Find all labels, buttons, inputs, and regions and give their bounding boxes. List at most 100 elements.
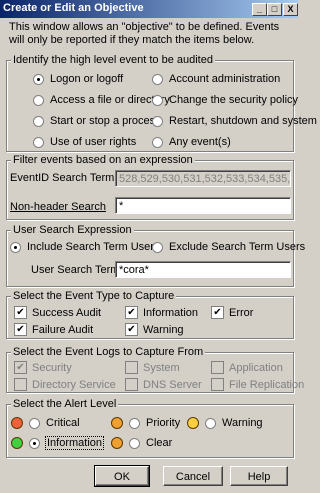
radio-button[interactable]	[129, 437, 140, 449]
maximize-button[interactable]: □	[267, 3, 282, 16]
filter-group: Filter events based on an expression Eve…	[6, 154, 294, 220]
user-term-field[interactable]: *cora*	[115, 261, 291, 278]
radio-restart-shutdown[interactable]: Restart, shutdown and system	[152, 115, 317, 127]
radio-button[interactable]	[129, 417, 140, 429]
checkbox-label: Information	[143, 306, 199, 319]
check-failure-audit[interactable]: ✔ Failure Audit	[14, 323, 93, 336]
event-type-group-title: Select the Event Type to Capture	[11, 290, 177, 302]
radio-button[interactable]	[29, 437, 40, 449]
check-information[interactable]: ✔ Information	[125, 306, 198, 319]
radio-label: Critical	[46, 417, 80, 429]
radio-label: Clear	[146, 437, 173, 449]
check-warning[interactable]: ✔ Warning	[125, 323, 184, 336]
check-application-log: Application	[211, 361, 283, 374]
radio-alert-information[interactable]: Information	[11, 436, 105, 450]
nonheader-field[interactable]: *	[115, 197, 291, 214]
checkbox-label: File Replication	[229, 378, 305, 391]
radio-label: Information	[44, 436, 105, 450]
checkbox: ✔	[14, 361, 27, 374]
radio-start-process[interactable]: Start or stop a process	[33, 115, 161, 127]
radio-button[interactable]	[152, 94, 163, 106]
radio-alert-warning[interactable]: Warning	[187, 417, 263, 429]
check-system-log: System	[125, 361, 180, 374]
radio-logon[interactable]: Logon or logoff	[33, 73, 123, 85]
check-dns-server-log: DNS Server	[125, 378, 202, 391]
radio-label: Restart, shutdown and system	[169, 115, 317, 127]
check-directory-service-log: Directory Service	[14, 378, 116, 391]
radio-alert-priority[interactable]: Priority	[111, 417, 180, 429]
eventid-field[interactable]: 528,529,530,531,532,533,534,535,536,537	[115, 170, 291, 187]
alert-level-group-title: Select the Alert Level	[11, 398, 119, 410]
warning-face-icon	[187, 417, 199, 429]
checkbox-label: Error	[229, 306, 254, 319]
radio-user-rights[interactable]: Use of user rights	[33, 136, 136, 148]
nonheader-label: Non-header Search	[10, 201, 107, 213]
radio-button[interactable]	[33, 115, 44, 127]
radio-button[interactable]	[152, 136, 163, 148]
radio-button[interactable]	[10, 241, 21, 253]
radio-label: Any event(s)	[169, 136, 231, 148]
event-group: Identify the high level event to be audi…	[6, 54, 317, 152]
check-file-replication-log: File Replication	[211, 378, 304, 391]
critical-face-icon	[11, 417, 23, 429]
eventid-label: EventID Search Term	[10, 172, 115, 184]
radio-button[interactable]	[205, 417, 216, 429]
user-search-group-title: User Search Expression	[11, 224, 134, 236]
radio-alert-clear[interactable]: Clear	[111, 437, 172, 449]
radio-label: Warning	[222, 417, 263, 429]
priority-face-icon	[111, 417, 123, 429]
radio-alert-critical[interactable]: Critical	[11, 417, 80, 429]
check-error[interactable]: ✔ Error	[211, 306, 253, 319]
checkbox[interactable]: ✔	[14, 306, 27, 319]
checkbox-label: Security	[32, 361, 72, 374]
radio-button[interactable]	[29, 417, 40, 429]
checkbox	[14, 378, 27, 391]
event-group-title: Identify the high level event to be audi…	[11, 54, 215, 66]
checkbox	[211, 361, 224, 374]
radio-access-file[interactable]: Access a file or directory	[33, 94, 170, 106]
cancel-button[interactable]: Cancel	[163, 466, 223, 486]
checkbox-label: Failure Audit	[32, 323, 94, 336]
clear-face-icon	[111, 437, 123, 449]
checkbox-label: Application	[229, 361, 283, 374]
minimize-button[interactable]: _	[252, 3, 267, 16]
title-bar[interactable]: Create or Edit an Objective _ □ X	[0, 0, 298, 18]
radio-label: Start or stop a process	[50, 115, 161, 127]
checkbox-label: Directory Service	[32, 378, 116, 391]
checkbox-label: Success Audit	[32, 306, 102, 319]
radio-any-event[interactable]: Any event(s)	[152, 136, 231, 148]
checkbox[interactable]: ✔	[125, 323, 138, 336]
radio-button[interactable]	[33, 73, 44, 85]
radio-label: Priority	[146, 417, 181, 429]
radio-exclude-users[interactable]: Exclude Search Term Users	[152, 241, 305, 253]
check-security-log: ✔ Security	[14, 361, 72, 374]
radio-change-policy[interactable]: Change the security policy	[152, 94, 298, 106]
radio-button[interactable]	[33, 136, 44, 148]
checkbox-label: DNS Server	[143, 378, 202, 391]
event-logs-group-title: Select the Event Logs to Capture From	[11, 346, 206, 358]
ok-button[interactable]: OK	[94, 465, 150, 487]
event-logs-group: Select the Event Logs to Capture From ✔ S…	[6, 346, 304, 393]
event-type-group: Select the Event Type to Capture ✔ Succes…	[6, 290, 294, 339]
information-face-icon	[11, 437, 23, 449]
close-button[interactable]: X	[283, 3, 298, 16]
alert-level-group: Select the Alert Level Critical Priority…	[6, 398, 294, 458]
checkbox[interactable]: ✔	[211, 306, 224, 319]
radio-button[interactable]	[152, 73, 163, 85]
checkbox[interactable]: ✔	[14, 323, 27, 336]
window-title: Create or Edit an Objective	[3, 2, 144, 14]
radio-button[interactable]	[152, 115, 163, 127]
radio-label: Use of user rights	[50, 136, 137, 148]
user-search-group: User Search Expression Include Search Te…	[6, 224, 305, 287]
radio-include-users[interactable]: Include Search Term Users	[10, 241, 159, 253]
radio-label: Account administration	[169, 73, 281, 85]
radio-button[interactable]	[33, 94, 44, 106]
checkbox	[125, 378, 138, 391]
objective-dialog: Create or Edit an Objective _ □ X This w…	[0, 0, 317, 493]
radio-button[interactable]	[152, 241, 163, 253]
radio-account-admin[interactable]: Account administration	[152, 73, 280, 85]
filter-group-title: Filter events based on an expression	[11, 154, 195, 166]
check-success-audit[interactable]: ✔ Success Audit	[14, 306, 101, 319]
help-button[interactable]: Help	[230, 466, 288, 486]
checkbox[interactable]: ✔	[125, 306, 138, 319]
